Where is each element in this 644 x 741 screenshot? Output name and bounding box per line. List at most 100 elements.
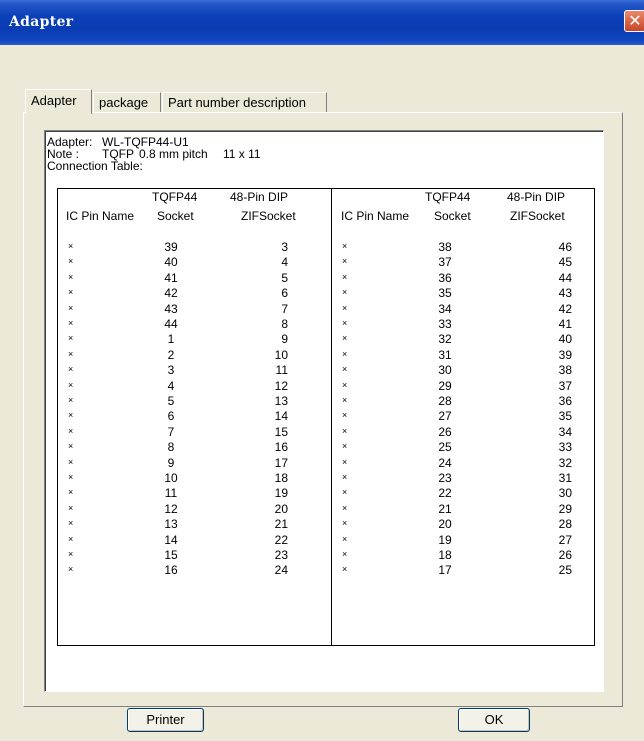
pin-name-left: × xyxy=(68,487,74,498)
dip-pin-left: 11 xyxy=(275,363,288,378)
tab-label: package xyxy=(99,95,149,110)
socket-pin-left: 10 xyxy=(164,471,178,485)
dip-pin-right: 40 xyxy=(558,332,572,347)
dip-pin-left: 17 xyxy=(274,455,288,470)
socket-pin-right: 20 xyxy=(438,517,452,532)
tab-label: Part number description xyxy=(168,95,307,110)
tab-part-number-description[interactable]: Part number description xyxy=(162,92,327,112)
close-button[interactable]: ✕ xyxy=(624,10,644,32)
pin-name-left: × xyxy=(68,256,74,267)
dip-pin-right: 39 xyxy=(558,347,572,362)
pin-name-left: × xyxy=(68,348,74,359)
close-icon: ✕ xyxy=(628,11,642,30)
dip-pin-left: 8 xyxy=(281,317,288,331)
socket-pin-left: 4 xyxy=(167,378,175,393)
socket-pin-right: 25 xyxy=(438,440,452,455)
dip-pin-right: 33 xyxy=(558,440,572,455)
pin-name-right: × xyxy=(342,379,348,390)
socket-pin-right: 29 xyxy=(438,378,452,393)
dip-pin-left: 4 xyxy=(281,255,288,270)
pin-name-right: × xyxy=(342,564,348,575)
socket-pin-right: 28 xyxy=(438,394,452,408)
socket-pin-left: 15 xyxy=(164,548,178,562)
dip-pin-left: 16 xyxy=(274,440,288,455)
tab-adapter[interactable]: Adapter xyxy=(25,89,92,114)
dip-pin-right: 29 xyxy=(558,501,572,516)
dip-pin-left: 22 xyxy=(274,532,288,547)
socket-pin-right: 33 xyxy=(438,317,452,331)
adapter-content: Adapter: WL-TQFP44-U1 Note : TQFP 0.8 mm… xyxy=(44,130,604,692)
dip-pin-left: 19 xyxy=(274,486,288,501)
pin-name-left: × xyxy=(68,271,74,282)
dip-pin-right: 44 xyxy=(558,270,572,285)
pin-name-left: × xyxy=(68,441,74,452)
dip-pin-right: 25 xyxy=(558,563,572,578)
pin-name-right: × xyxy=(342,441,348,452)
dip-pin-left: 13 xyxy=(274,394,288,408)
pin-name-left: × xyxy=(68,564,74,575)
socket-pin-left: 9 xyxy=(167,455,175,470)
pin-name-left: × xyxy=(68,502,74,513)
socket-pin-right: 19 xyxy=(438,532,452,547)
pin-name-left: × xyxy=(68,241,74,251)
socket-pin-right: 22 xyxy=(438,486,452,501)
printer-button[interactable]: Printer xyxy=(127,708,204,732)
pin-name-left: × xyxy=(68,287,74,298)
socket-pin-right: 23 xyxy=(438,471,452,485)
socket-pin-right: 38 xyxy=(438,240,452,254)
window-title: Adapter xyxy=(9,14,74,30)
socket-pin-left: 3 xyxy=(167,363,175,378)
pin-name-right: × xyxy=(342,348,348,359)
socket-pin-left: 5 xyxy=(167,394,175,408)
pin-name-right: × xyxy=(342,472,348,482)
dip-pin-right: 31 xyxy=(558,471,572,485)
pin-name-right: × xyxy=(342,410,348,421)
dip-pin-right: 41 xyxy=(558,317,572,331)
pin-name-left: × xyxy=(68,518,74,529)
dip-pin-right: 26 xyxy=(558,548,572,562)
pin-name-left: × xyxy=(68,395,74,405)
pin-name-right: × xyxy=(342,302,348,313)
pin-name-right: × xyxy=(342,241,348,251)
socket-pin-left: 14 xyxy=(164,532,178,547)
socket-pin-left: 16 xyxy=(164,563,178,578)
dip-pin-right: 46 xyxy=(558,240,572,254)
dip-pin-right: 28 xyxy=(558,517,572,532)
socket-pin-left: 42 xyxy=(164,286,178,301)
ok-button[interactable]: OK xyxy=(458,708,530,732)
dip-pin-left: 15 xyxy=(274,424,288,439)
header-48pin-dip-right: 48-Pin DIP xyxy=(507,190,566,204)
socket-pin-left: 43 xyxy=(164,301,178,316)
socket-pin-right: 21 xyxy=(438,501,452,516)
header-48pin-dip-left: 48-Pin DIP xyxy=(230,190,289,204)
socket-pin-left: 44 xyxy=(164,317,178,331)
dip-pin-left: 10 xyxy=(274,347,288,362)
socket-pin-right: 36 xyxy=(438,270,452,285)
socket-pin-right: 37 xyxy=(438,255,452,270)
pin-name-left: × xyxy=(68,318,74,328)
tab-package[interactable]: package xyxy=(93,92,161,112)
pin-name-left: × xyxy=(68,333,74,344)
header-zifsocket-left: ZIFSocket xyxy=(241,209,296,223)
pin-name-right: × xyxy=(342,518,348,529)
header-zifsocket-right: ZIFSocket xyxy=(510,209,565,223)
dip-pin-left: 6 xyxy=(281,286,288,301)
header-ic-pin-name-left: IC Pin Name xyxy=(66,209,135,223)
dip-pin-right: 43 xyxy=(558,286,572,301)
socket-pin-left: 7 xyxy=(167,424,175,439)
pin-name-right: × xyxy=(342,533,348,544)
dip-pin-right: 38 xyxy=(558,363,572,378)
socket-pin-left: 6 xyxy=(167,409,175,424)
dip-pin-right: 27 xyxy=(558,532,572,547)
pin-name-left: × xyxy=(68,472,74,482)
title-bar: Adapter ✕ xyxy=(0,0,644,45)
socket-pin-left: 12 xyxy=(164,501,178,516)
socket-pin-right: 31 xyxy=(438,347,452,362)
dip-pin-left: 3 xyxy=(281,240,288,254)
connection-table: TQFP44 48-Pin DIP IC Pin Name Socket ZIF… xyxy=(57,188,595,646)
socket-pin-left: 13 xyxy=(164,517,178,532)
socket-pin-right: 34 xyxy=(438,301,452,316)
socket-pin-left: 39 xyxy=(164,240,178,254)
dip-pin-left: 24 xyxy=(274,563,288,578)
pin-name-right: × xyxy=(342,318,348,328)
